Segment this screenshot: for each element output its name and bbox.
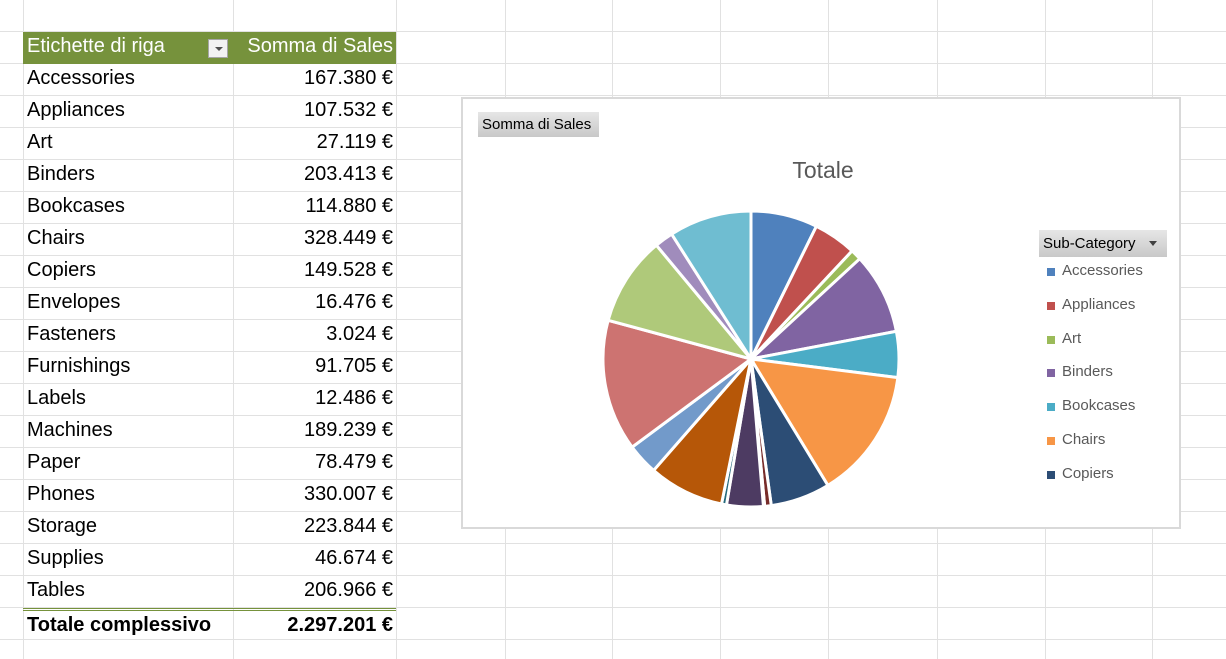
row-value: 114.880 € [305, 195, 394, 217]
row-value: 167.380 € [304, 67, 393, 89]
legend-field-button[interactable]: Sub-Category [1039, 230, 1167, 257]
row-label: Accessories [27, 67, 135, 89]
row-value: 3.024 € [326, 323, 393, 345]
pivot-row[interactable]: Fasteners 3.024 € [23, 320, 396, 352]
pivot-header-row: Etichette di riga Somma di Sales [23, 32, 396, 64]
legend-label: Binders [1062, 363, 1113, 381]
pivot-row[interactable]: Machines 189.239 € [23, 416, 396, 448]
pivot-row[interactable]: Art 27.119 € [23, 128, 396, 160]
row-label: Fasteners [27, 323, 116, 345]
legend-field-label: Sub-Category [1043, 235, 1136, 252]
row-labels-header: Etichette di riga [27, 35, 165, 57]
row-value: 107.532 € [304, 99, 393, 121]
pivot-row[interactable]: Chairs 328.449 € [23, 224, 396, 256]
row-value: 16.476 € [315, 291, 393, 313]
row-label: Chairs [27, 227, 85, 249]
grand-total-label: Totale complessivo [27, 614, 212, 636]
pivot-table: Etichette di riga Somma di Sales Accesso… [23, 32, 396, 640]
grand-total-row[interactable]: Totale complessivo 2.297.201 € [23, 608, 396, 640]
pivot-row[interactable]: Bookcases 114.880 € [23, 192, 396, 224]
row-label: Appliances [27, 99, 125, 121]
legend-label: Appliances [1062, 295, 1136, 313]
row-value: 78.479 € [315, 451, 393, 473]
pivot-row[interactable]: Labels 12.486 € [23, 384, 396, 416]
row-value: 149.528 € [304, 259, 393, 281]
row-label: Phones [27, 483, 95, 505]
row-value: 330.007 € [304, 483, 393, 505]
row-label: Machines [27, 419, 113, 441]
pivot-row[interactable]: Supplies 46.674 € [23, 544, 396, 576]
row-value: 328.449 € [304, 227, 393, 249]
pivot-row[interactable]: Phones 330.007 € [23, 480, 396, 512]
row-value: 27.119 € [316, 131, 393, 153]
legend-swatch-icon [1047, 369, 1055, 378]
row-label: Binders [27, 163, 95, 185]
legend-label: Accessories [1062, 262, 1143, 279]
row-label: Furnishings [27, 355, 131, 377]
pivot-row[interactable]: Accessories 167.380 € [23, 64, 396, 96]
pivot-row[interactable]: Storage 223.844 € [23, 512, 396, 544]
grand-total-value: 2.297.201 € [287, 614, 393, 636]
row-value: 189.239 € [304, 419, 393, 441]
pivot-row[interactable]: Binders 203.413 € [23, 160, 396, 192]
legend-swatch-icon [1047, 335, 1055, 344]
legend-swatch-icon [1047, 436, 1055, 445]
row-filter-dropdown-icon[interactable] [208, 39, 228, 58]
legend-swatch-icon [1047, 268, 1055, 276]
row-label: Labels [27, 387, 86, 409]
row-value: 206.966 € [304, 579, 393, 601]
legend-swatch-icon [1047, 470, 1055, 479]
pivot-row[interactable]: Paper 78.479 € [23, 448, 396, 480]
row-label: Art [27, 131, 53, 153]
legend-swatch-icon [1047, 301, 1055, 310]
row-label: Supplies [27, 547, 104, 569]
legend-label: Chairs [1062, 430, 1106, 448]
legend-swatch-icon [1047, 403, 1055, 412]
gridline [396, 0, 397, 659]
row-value: 46.674 € [315, 547, 393, 569]
pivot-row[interactable]: Appliances 107.532 € [23, 96, 396, 128]
legend-label: Bookcases [1062, 397, 1136, 415]
row-value: 12.486 € [315, 387, 393, 409]
row-label: Bookcases [27, 195, 125, 217]
row-label: Copiers [27, 259, 96, 281]
row-label: Storage [27, 515, 98, 537]
pie-chart [601, 209, 901, 509]
row-label: Envelopes [27, 291, 121, 313]
pivot-row[interactable]: Copiers 149.528 € [23, 256, 396, 288]
row-value: 223.844 € [304, 515, 393, 537]
pivot-row[interactable]: Tables 206.966 € [23, 576, 396, 608]
legend-label: Art [1062, 329, 1082, 347]
legend-label: Copiers [1062, 464, 1114, 482]
pivot-row[interactable]: Furnishings 91.705 € [23, 352, 396, 384]
row-value: 91.705 € [315, 355, 393, 377]
chevron-down-icon [1149, 241, 1157, 246]
pivot-row[interactable]: Envelopes 16.476 € [23, 288, 396, 320]
pivot-chart[interactable]: Somma di Sales Totale Sub-Category Acces… [461, 97, 1181, 529]
sum-of-sales-header: Somma di Sales [247, 35, 393, 57]
row-value: 203.413 € [304, 163, 393, 185]
row-label: Paper [27, 451, 81, 473]
row-label: Tables [27, 579, 85, 601]
